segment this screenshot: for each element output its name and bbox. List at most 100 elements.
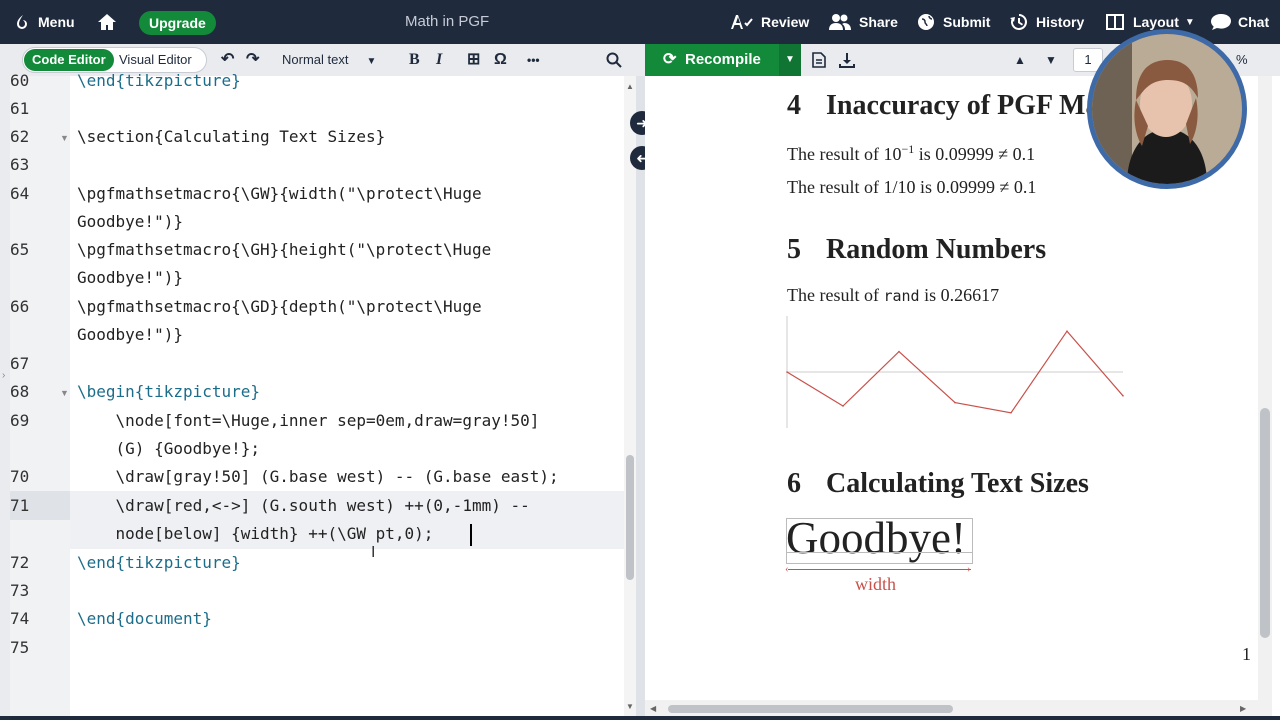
page-down-icon[interactable]: ▼: [1045, 44, 1057, 76]
text-style-select[interactable]: Normal text ▼: [282, 44, 376, 76]
chat-button[interactable]: Chat: [1210, 0, 1269, 44]
submit-button[interactable]: Submit: [917, 0, 990, 44]
home-button[interactable]: [97, 0, 117, 44]
expand-file-tree-icon[interactable]: ›: [2, 370, 5, 381]
width-arrow: [788, 569, 971, 570]
section-4-heading: 4 Inaccuracy of PGF Math: [787, 90, 1124, 122]
scroll-left-icon[interactable]: ◀: [650, 704, 656, 713]
share-button[interactable]: Share: [829, 0, 898, 44]
top-bar: Menu Upgrade Math in PGF Review Share Su…: [0, 0, 1280, 44]
scroll-up-icon[interactable]: ▲: [626, 82, 634, 91]
search-icon[interactable]: [606, 44, 622, 76]
recompile-label: Recompile: [685, 51, 761, 68]
page-number: 1: [1242, 644, 1251, 664]
menu-button[interactable]: Menu: [14, 0, 75, 44]
section-number: 5: [787, 234, 801, 265]
bold-button[interactable]: B: [409, 44, 420, 76]
code-line-wrap[interactable]: Goodbye!")}: [77, 212, 183, 231]
text: The result of: [787, 285, 884, 305]
file-tree-collapsed[interactable]: [0, 76, 10, 720]
symbols-button[interactable]: Ω: [494, 44, 507, 76]
line-number: 62: [10, 127, 30, 146]
section-number: 6: [787, 468, 801, 499]
line-number: 70: [10, 467, 30, 486]
share-label: Share: [859, 14, 898, 30]
pane-splitter[interactable]: [636, 76, 645, 720]
pdf-vertical-scrollbar-thumb[interactable]: [1260, 408, 1270, 638]
data-point: [1010, 412, 1012, 414]
code-text: rand: [883, 287, 920, 305]
code-line[interactable]: \pgfmathsetmacro{\GD}{depth("\protect\Hu…: [77, 297, 482, 316]
code-line[interactable]: \end{document}: [77, 609, 212, 628]
data-point: [1066, 330, 1068, 332]
section-title: Random Numbers: [826, 234, 1047, 265]
visual-editor-tab[interactable]: Visual Editor: [119, 49, 192, 71]
italic-button[interactable]: I: [436, 44, 442, 76]
data-point: [1122, 395, 1124, 397]
pdf-horizontal-scrollbar-thumb[interactable]: [668, 705, 953, 713]
fold-icon[interactable]: ▼: [60, 388, 69, 398]
fold-icon[interactable]: ▼: [60, 133, 69, 143]
refresh-icon: ⟳: [663, 51, 677, 68]
line-number: 75: [10, 638, 30, 657]
data-point: [898, 350, 900, 353]
line-number: 60: [10, 71, 30, 90]
data-point: [786, 371, 788, 373]
code-line-wrap[interactable]: node[below] {width} ++(\GW pt,0);: [77, 524, 434, 543]
insert-math-icon[interactable]: ⊞: [467, 44, 480, 76]
code-line[interactable]: \draw[red,<->] (G.south west) ++(0,-1mm)…: [77, 496, 530, 515]
upgrade-button[interactable]: Upgrade: [139, 11, 216, 35]
chat-label: Chat: [1238, 14, 1270, 30]
goodbye-text: Goodbye!: [786, 513, 966, 563]
chevron-down-icon: ▼: [785, 54, 795, 65]
code-line[interactable]: \pgfmathsetmacro{\GW}{width("\protect\Hu…: [77, 184, 482, 203]
code-line[interactable]: \node[font=\Huge,inner sep=0em,draw=gray…: [77, 411, 540, 430]
scroll-down-icon[interactable]: ▼: [626, 702, 634, 711]
download-icon[interactable]: [839, 44, 855, 76]
editor-scrollbar[interactable]: [624, 76, 636, 716]
line-number: 74: [10, 609, 30, 628]
section-title: Inaccuracy of PGF Math: [826, 90, 1125, 121]
scroll-right-icon[interactable]: ▶: [1240, 704, 1246, 713]
document-title: Math in PGF: [405, 13, 490, 30]
redo-icon[interactable]: ↷: [246, 44, 259, 76]
code-line[interactable]: \end{tikzpicture}: [77, 553, 241, 572]
arrow-left-head-icon: ‹: [785, 563, 789, 575]
webcam-overlay: [1087, 29, 1247, 189]
review-button[interactable]: Review: [729, 0, 809, 44]
data-point: [954, 401, 956, 404]
history-icon: [1010, 14, 1027, 30]
code-line[interactable]: \begin{tikzpicture}: [77, 382, 260, 401]
more-button[interactable]: •••: [527, 44, 540, 76]
code-line[interactable]: \pgfmathsetmacro{\GH}{height("\protect\H…: [77, 240, 491, 259]
layout-icon: [1106, 14, 1124, 30]
users-icon: [829, 14, 851, 30]
home-icon: [98, 14, 116, 30]
code-line-text: \end{tikzpicture}: [77, 71, 241, 90]
paragraph: The result of 1/10 is 0.09999 ≠ 0.1: [787, 177, 1037, 197]
code-line[interactable]: \section{Calculating Text Sizes}: [77, 127, 385, 146]
globe-icon: [918, 14, 934, 30]
code-editor-tab[interactable]: Code Editor: [24, 49, 114, 71]
chevron-down-icon: ▼: [1184, 16, 1195, 28]
code-line-wrap[interactable]: Goodbye!")}: [77, 325, 183, 344]
code-line[interactable]: \draw[gray!50] (G.base west) -- (G.base …: [77, 467, 559, 486]
section-5-heading: 5 Random Numbers: [787, 234, 1046, 266]
history-label: History: [1036, 14, 1085, 30]
arrow-right-head-icon: ›: [967, 563, 971, 575]
section-title: Calculating Text Sizes: [826, 468, 1089, 499]
code-line-wrap[interactable]: Goodbye!")}: [77, 268, 183, 287]
line-number: 63: [10, 155, 30, 174]
code-line[interactable]: \end{tikzpicture}: [77, 71, 241, 90]
code-line-wrap[interactable]: (G) {Goodbye!};: [77, 439, 261, 458]
page-up-icon[interactable]: ▲: [1014, 44, 1026, 76]
width-label: width: [855, 574, 897, 594]
section-number: 4: [787, 90, 801, 121]
submit-label: Submit: [943, 14, 991, 30]
log-icon[interactable]: [812, 44, 826, 76]
history-button[interactable]: History: [1010, 0, 1084, 44]
review-label: Review: [761, 14, 810, 30]
line-number: 71: [10, 496, 30, 515]
text-style-value: Normal text: [282, 52, 349, 67]
editor-scrollbar-thumb[interactable]: [626, 455, 634, 580]
